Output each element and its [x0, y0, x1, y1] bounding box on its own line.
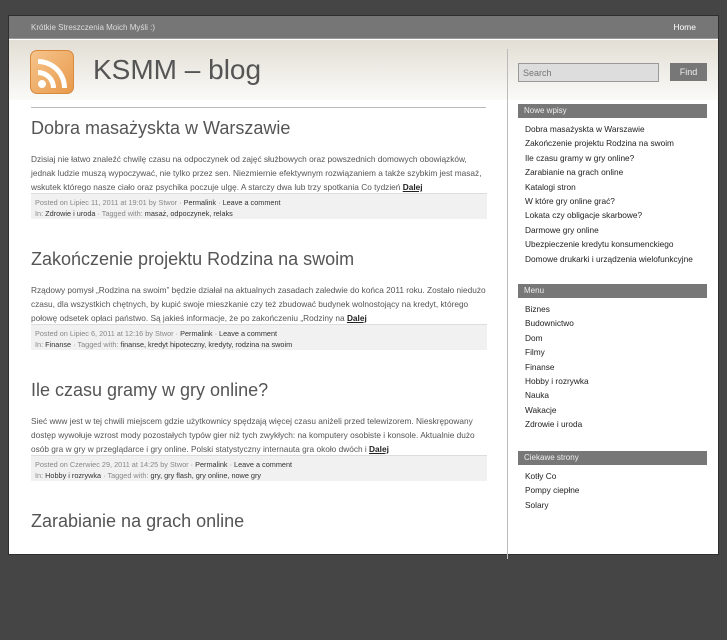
tagged-label: · Tagged with:: [101, 471, 151, 480]
sidebar-link[interactable]: Nauka: [518, 390, 707, 404]
post: Dobra masażyskta w Warszawie Dzisiaj nie…: [31, 116, 487, 247]
tags-links[interactable]: masaż, odpoczynek, relaks: [145, 209, 233, 218]
tagged-label: · Tagged with:: [71, 340, 121, 349]
post-excerpt: Dzisiaj nie łatwo znaleźć chwilę czasu n…: [31, 152, 487, 194]
post-title[interactable]: Ile czasu gramy w gry online?: [31, 380, 268, 401]
tagged-label: · Tagged with:: [95, 209, 145, 218]
site-tagline: Krótkie Streszczenia Moich Myśli :): [31, 23, 156, 32]
permalink-link[interactable]: Permalink: [180, 329, 212, 338]
sidebar-link[interactable]: Budownictwo: [518, 318, 707, 332]
post: Zarabianie na grach online: [31, 509, 487, 640]
sidebar-link[interactable]: Ubezpieczenie kredytu konsumenckiego: [518, 239, 707, 253]
sidebar-link[interactable]: Lokata czy obligacje skarbowe?: [518, 210, 707, 224]
widget-recent-posts: Nowe wpisy Dobra masażyskta w Warszawie Z…: [518, 104, 707, 268]
leave-comment-link[interactable]: Leave a comment: [223, 198, 281, 207]
divider: [31, 107, 486, 108]
page: Krótkie Streszczenia Moich Myśli :) Home…: [8, 15, 719, 559]
post-meta: Posted on Lipiec 11, 2011 at 19:01 by St…: [31, 193, 487, 219]
search-input[interactable]: [518, 63, 659, 82]
post-title[interactable]: Zarabianie na grach online: [31, 511, 244, 532]
post: Zakończenie projektu Rodzina na swoim Rz…: [31, 247, 487, 378]
posted-info: Posted on Lipiec 11, 2011 at 19:01 by St…: [35, 198, 184, 207]
widget-title: Nowe wpisy: [518, 104, 707, 118]
sidebar-link[interactable]: Pompy ciepłne: [518, 485, 707, 499]
category-link[interactable]: Finanse: [45, 340, 71, 349]
leave-comment-link[interactable]: Leave a comment: [234, 460, 292, 469]
sidebar-link[interactable]: Wakacje: [518, 405, 707, 419]
sidebar-link[interactable]: Hobby i rozrywka: [518, 376, 707, 390]
post-excerpt: Rządowy pomysł „Rodzina na swoim” będzie…: [31, 283, 487, 325]
in-label: In:: [35, 471, 46, 480]
sidebar-divider: [507, 49, 508, 559]
posted-info: Posted on Czerwiec 29, 2011 at 14:25 by …: [35, 460, 196, 469]
post-title[interactable]: Dobra masażyskta w Warszawie: [31, 118, 290, 139]
posted-info: Posted on Lipiec 6, 2011 at 12:16 by Stw…: [35, 329, 181, 338]
sidebar-link[interactable]: Solary: [518, 500, 707, 514]
sidebar-link[interactable]: Dom: [518, 333, 707, 347]
post-meta: Posted on Lipiec 6, 2011 at 12:16 by Stw…: [31, 324, 487, 350]
sidebar-link[interactable]: Kotły Co: [518, 471, 707, 485]
category-link[interactable]: Hobby i rozrywka: [45, 471, 101, 480]
site-title[interactable]: KSMM – blog: [93, 54, 261, 86]
top-bar: Krótkie Streszczenia Moich Myśli :) Home: [9, 16, 718, 39]
post-list: Dobra masażyskta w Warszawie Dzisiaj nie…: [31, 116, 487, 640]
widget-links: Ciekawe strony Kotły Co Pompy ciepłne Sola…: [518, 451, 707, 514]
read-more-link[interactable]: Dalej: [347, 313, 367, 323]
post-title[interactable]: Zakończenie projektu Rodzina na swoim: [31, 249, 354, 270]
widget-title: Ciekawe strony: [518, 451, 707, 465]
category-link[interactable]: Zdrowie i uroda: [45, 209, 95, 218]
sidebar-link[interactable]: Zdrowie i uroda: [518, 419, 707, 433]
permalink-link[interactable]: Permalink: [195, 460, 227, 469]
home-link[interactable]: Home: [673, 22, 696, 32]
widget-title: Menu: [518, 284, 707, 298]
sidebar-link[interactable]: Dobra masażyskta w Warszawie: [518, 124, 707, 138]
sidebar-link[interactable]: Filmy: [518, 347, 707, 361]
sidebar-link[interactable]: Zakończenie projektu Rodzina na swoim: [518, 138, 707, 152]
read-more-link[interactable]: Dalej: [369, 444, 389, 454]
read-more-link[interactable]: Dalej: [403, 182, 423, 192]
sidebar-link[interactable]: Darmowe gry online: [518, 225, 707, 239]
post: Ile czasu gramy w gry online? Sieć www j…: [31, 378, 487, 509]
leave-comment-link[interactable]: Leave a comment: [219, 329, 277, 338]
sidebar-link[interactable]: Zarabianie na grach online: [518, 167, 707, 181]
post-excerpt: Sieć www jest w tej chwili miejscem gdzi…: [31, 414, 487, 456]
permalink-link[interactable]: Permalink: [184, 198, 216, 207]
sidebar-link[interactable]: Ile czasu gramy w gry online?: [518, 153, 707, 167]
find-button[interactable]: Find: [670, 63, 707, 81]
in-label: In:: [35, 340, 46, 349]
post-meta: Posted on Czerwiec 29, 2011 at 14:25 by …: [31, 455, 487, 481]
in-label: In:: [35, 209, 46, 218]
sidebar-link[interactable]: W które gry online grać?: [518, 196, 707, 210]
widget-menu: Menu Biznes Budownictwo Dom Filmy Finanse Hob…: [518, 284, 707, 434]
sidebar-link[interactable]: Biznes: [518, 304, 707, 318]
tags-links[interactable]: finanse, kredyt hipoteczny, kredyty, rod…: [120, 340, 292, 349]
rss-icon[interactable]: [30, 50, 74, 94]
sidebar-link[interactable]: Finanse: [518, 362, 707, 376]
excerpt-text: Rządowy pomysł „Rodzina na swoim” będzie…: [31, 285, 486, 323]
tags-links[interactable]: gry, gry flash, gry online, nowe gry: [150, 471, 261, 480]
sidebar-link[interactable]: Katalogi stron: [518, 182, 707, 196]
excerpt-text: Sieć www jest w tej chwili miejscem gdzi…: [31, 416, 475, 454]
sidebar-link[interactable]: Domowe drukarki i urządzenia wielofunkcy…: [518, 254, 707, 268]
